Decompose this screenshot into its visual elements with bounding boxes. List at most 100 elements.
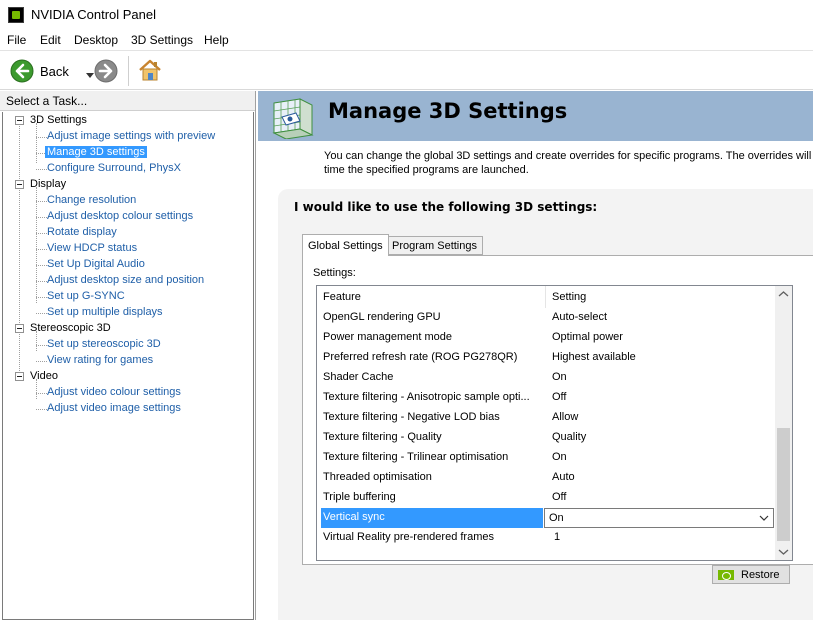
tree-connector (36, 217, 47, 218)
task-adjust-desktop-colour[interactable]: Adjust desktop colour settings (47, 210, 193, 222)
task-adjust-desktop-size[interactable]: Adjust desktop size and position (47, 274, 204, 286)
row-feature: Virtual Reality pre-rendered frames (323, 531, 494, 543)
back-dropdown-icon[interactable] (86, 73, 94, 78)
tab-program-settings[interactable]: Program Settings (386, 236, 483, 255)
tree-connector (36, 137, 47, 138)
row-setting: Off (552, 391, 567, 403)
back-arrow-icon (10, 59, 34, 83)
column-feature-header[interactable]: Feature (323, 291, 361, 303)
menu-edit[interactable]: Edit (40, 33, 61, 47)
task-set-up-digital-audio[interactable]: Set Up Digital Audio (47, 258, 145, 270)
restore-button[interactable]: Restore (712, 565, 790, 584)
toolbar: Back (0, 50, 813, 90)
task-set-up-multiple-displays[interactable]: Set up multiple displays (47, 306, 163, 318)
tree-connector (36, 393, 47, 394)
global-settings-page: Settings: Feature Setting OpenGL renderi… (302, 255, 813, 565)
tree-connector (36, 331, 37, 351)
task-panel: Select a Task... 3D Settings Adjust imag… (0, 91, 256, 620)
tree-connector (36, 169, 47, 170)
task-adjust-image-settings[interactable]: Adjust image settings with preview (47, 130, 215, 142)
title-bar: NVIDIA Control Panel (0, 0, 813, 30)
row-setting: Quality (552, 431, 587, 443)
row-feature: Texture filtering - Anisotropic sample o… (323, 391, 530, 403)
category-3d-settings[interactable]: 3D Settings (30, 114, 87, 126)
content-pane: Manage 3D Settings You can change the gl… (258, 91, 813, 620)
tree-connector (36, 361, 47, 362)
table-row[interactable]: Threaded optimisation Auto (317, 468, 775, 488)
menu-help[interactable]: Help (204, 33, 229, 47)
expander-stereoscopic-3d[interactable] (15, 324, 24, 333)
table-row[interactable]: Texture filtering - Trilinear optimisati… (317, 448, 775, 468)
row-feature: Vertical sync (323, 511, 385, 523)
restore-label: Restore (741, 569, 780, 581)
tree-connector (36, 345, 47, 346)
menu-desktop[interactable]: Desktop (74, 33, 118, 47)
back-button[interactable]: Back (10, 59, 94, 83)
table-row[interactable]: Preferred refresh rate (ROG PG278QR) Hig… (317, 348, 775, 368)
table-row-selected[interactable]: Vertical sync On (317, 508, 775, 528)
category-stereoscopic-3d[interactable]: Stereoscopic 3D (30, 322, 111, 334)
row-setting: On (552, 371, 567, 383)
task-view-hdcp-status[interactable]: View HDCP status (47, 242, 137, 254)
expander-3d-settings[interactable] (15, 116, 24, 125)
selected-feature-cell: Vertical sync (321, 508, 543, 528)
settings-label: Settings: (313, 267, 356, 279)
row-feature: Shader Cache (323, 371, 394, 383)
row-setting: On (549, 512, 564, 524)
task-view-rating-for-games[interactable]: View rating for games (47, 354, 153, 366)
table-row[interactable]: Texture filtering - Anisotropic sample o… (317, 388, 775, 408)
scroll-up-icon[interactable] (775, 286, 792, 303)
expander-video[interactable] (15, 372, 24, 381)
task-manage-3d-settings[interactable]: Manage 3D settings (45, 146, 147, 158)
table-row[interactable]: Power management mode Optimal power (317, 328, 775, 348)
menu-3d-settings[interactable]: 3D Settings (131, 33, 193, 47)
forward-arrow-icon (94, 59, 118, 83)
tree-connector (36, 201, 47, 202)
table-row[interactable]: Texture filtering - Negative LOD bias Al… (317, 408, 775, 428)
scrollbar-thumb[interactable] (777, 428, 790, 541)
menu-file[interactable]: File (7, 33, 26, 47)
tree-connector (36, 297, 47, 298)
task-change-resolution[interactable]: Change resolution (47, 194, 136, 206)
home-button[interactable] (137, 57, 163, 83)
task-set-up-g-sync[interactable]: Set up G-SYNC (47, 290, 125, 302)
tree-connector (36, 233, 47, 234)
column-separator[interactable] (545, 286, 546, 308)
row-setting: Optimal power (552, 331, 623, 343)
table-row[interactable]: Triple buffering Off (317, 488, 775, 508)
grid-scrollbar[interactable] (775, 286, 792, 560)
task-configure-surround[interactable]: Configure Surround, PhysX (47, 162, 181, 174)
table-row[interactable]: OpenGL rendering GPU Auto-select (317, 308, 775, 328)
expander-display[interactable] (15, 180, 24, 189)
tree-connector (36, 379, 37, 399)
row-feature: Texture filtering - Trilinear optimisati… (323, 451, 509, 463)
toolbar-separator (128, 56, 129, 86)
window-title: NVIDIA Control Panel (31, 7, 157, 22)
row-setting: Off (552, 491, 567, 503)
forward-button[interactable] (94, 59, 118, 83)
task-rotate-display[interactable]: Rotate display (47, 226, 117, 238)
task-set-up-stereoscopic-3d[interactable]: Set up stereoscopic 3D (47, 338, 161, 350)
scroll-down-icon[interactable] (775, 543, 792, 560)
table-row[interactable]: Virtual Reality pre-rendered frames 1 (317, 528, 775, 548)
description-line: You can change the global 3D settings an… (324, 150, 813, 162)
task-adjust-video-colour[interactable]: Adjust video colour settings (47, 386, 181, 398)
settings-card: I would like to use the following 3D set… (278, 189, 813, 620)
table-row[interactable]: Shader Cache On (317, 368, 775, 388)
task-panel-title: Select a Task... (6, 94, 88, 108)
row-setting: Auto-select (552, 311, 608, 323)
table-row[interactable]: Texture filtering - Quality Quality (317, 428, 775, 448)
back-label: Back (40, 64, 69, 79)
3d-settings-icon (272, 98, 314, 139)
tree-connector (36, 187, 37, 303)
description-line: time the specified programs are launched… (324, 164, 529, 176)
row-feature: Threaded optimisation (323, 471, 432, 483)
row-setting: Allow (552, 411, 579, 423)
vertical-sync-dropdown[interactable]: On (544, 508, 774, 528)
menu-bar: File Edit Desktop 3D Settings Help (0, 30, 813, 50)
tab-global-settings[interactable]: Global Settings (302, 234, 389, 256)
column-setting-header[interactable]: Setting (552, 291, 586, 303)
row-setting: On (552, 451, 567, 463)
task-adjust-video-image[interactable]: Adjust video image settings (47, 402, 181, 414)
category-video[interactable]: Video (30, 370, 58, 382)
